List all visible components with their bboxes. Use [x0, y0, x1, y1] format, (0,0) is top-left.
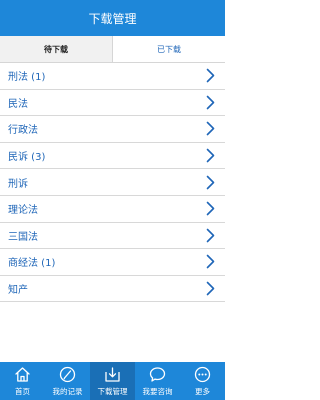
- tab-pending[interactable]: 待下载: [0, 36, 113, 62]
- list-item-label: 知产: [8, 285, 28, 297]
- tabbar-label: 我要咨询: [142, 387, 173, 396]
- list-item[interactable]: 知产: [0, 276, 225, 303]
- list-item-label: 理论法: [8, 205, 38, 217]
- chevron-right-icon: [206, 228, 215, 243]
- chevron-right-icon: [206, 148, 215, 163]
- chat-bubble-icon: [149, 367, 166, 382]
- list-item-label: 民法: [8, 98, 28, 110]
- list-item[interactable]: 理论法: [0, 196, 225, 223]
- tab-pending-label: 待下载: [44, 44, 68, 54]
- list-item-label: 刑诉: [8, 178, 28, 190]
- pencil-icon: [59, 366, 76, 383]
- tabbar-item-records[interactable]: 我的记录: [45, 362, 90, 400]
- tabbar-label: 更多: [195, 387, 210, 396]
- list-item[interactable]: 商经法 (1): [0, 249, 225, 276]
- tabbar-item-downloads[interactable]: 下载管理: [90, 362, 135, 400]
- chevron-right-icon: [206, 201, 215, 216]
- list-item[interactable]: 刑诉: [0, 169, 225, 196]
- tab-downloaded-label: 已下载: [157, 44, 181, 54]
- list-item-label: 刑法 (1): [8, 72, 46, 84]
- page-title: 下载管理: [88, 11, 137, 26]
- download-icon: [105, 367, 120, 382]
- chevron-right-icon: [206, 255, 215, 269]
- chevron-right-icon: [206, 281, 215, 296]
- list-item[interactable]: 民诉 (3): [0, 143, 225, 170]
- segment-tabs: 待下载 已下载: [0, 36, 225, 63]
- chevron-right-icon: [206, 175, 215, 189]
- chevron-right-icon: [206, 68, 215, 83]
- home-icon: [15, 367, 30, 382]
- list-item[interactable]: 三国法: [0, 223, 225, 250]
- bottom-tab-bar: 首页 我的记录 下载管理 我要咨询 更多: [0, 362, 225, 400]
- more-icon: [194, 366, 211, 383]
- chevron-right-icon: [206, 95, 215, 110]
- list-item-label: 商经法 (1): [8, 258, 56, 270]
- app-header: 下载管理: [0, 0, 225, 36]
- tabbar-label: 下载管理: [97, 387, 128, 396]
- list-item-label: 民诉 (3): [8, 152, 46, 164]
- tab-downloaded[interactable]: 已下载: [113, 36, 225, 62]
- list-item[interactable]: 刑法 (1): [0, 63, 225, 90]
- list-item-label: 行政法: [8, 125, 38, 137]
- category-list: 刑法 (1) 民法 行政法 民诉 (3) 刑诉 理论法 三国法 商经法 (1) …: [0, 63, 225, 362]
- tabbar-label: 首页: [15, 387, 30, 396]
- list-item-label: 三国法: [8, 231, 38, 243]
- tabbar-item-consult[interactable]: 我要咨询: [135, 362, 180, 400]
- chevron-right-icon: [206, 122, 215, 136]
- tabbar-item-home[interactable]: 首页: [0, 362, 45, 400]
- list-item[interactable]: 行政法: [0, 116, 225, 143]
- tabbar-label: 我的记录: [52, 387, 83, 396]
- list-item[interactable]: 民法: [0, 90, 225, 117]
- tabbar-item-more[interactable]: 更多: [180, 362, 225, 400]
